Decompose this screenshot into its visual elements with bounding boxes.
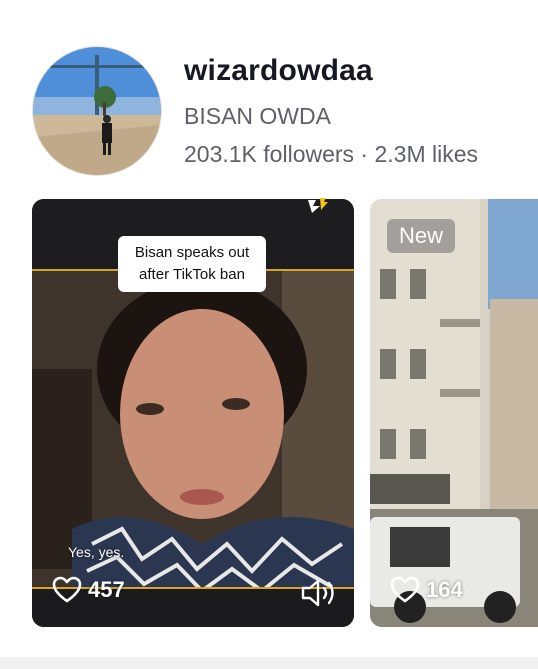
- profile-stats: 203.1K followers · 2.3M likes: [184, 141, 479, 167]
- bolt-icon: [304, 196, 330, 219]
- profile-username: wizardowdaa: [184, 54, 373, 87]
- video-like-count: 164: [390, 576, 463, 604]
- heart-outline-icon: [390, 576, 420, 603]
- heart-outline-icon: [52, 576, 82, 603]
- avatar[interactable]: [32, 46, 162, 176]
- video-subtitle: Yes, yes.: [68, 544, 125, 560]
- video-caption: Bisan speaks out after TikTok ban: [118, 236, 266, 292]
- new-badge: New: [387, 219, 456, 253]
- video-card[interactable]: [370, 199, 538, 627]
- like-count-label: 164: [426, 577, 463, 602]
- speaker-icon[interactable]: [300, 578, 338, 613]
- video-like-count: 457: [52, 576, 125, 604]
- like-count-label: 457: [88, 577, 125, 602]
- bottom-divider: [0, 657, 538, 669]
- profile-display-name: BISAN OWDA: [184, 103, 331, 129]
